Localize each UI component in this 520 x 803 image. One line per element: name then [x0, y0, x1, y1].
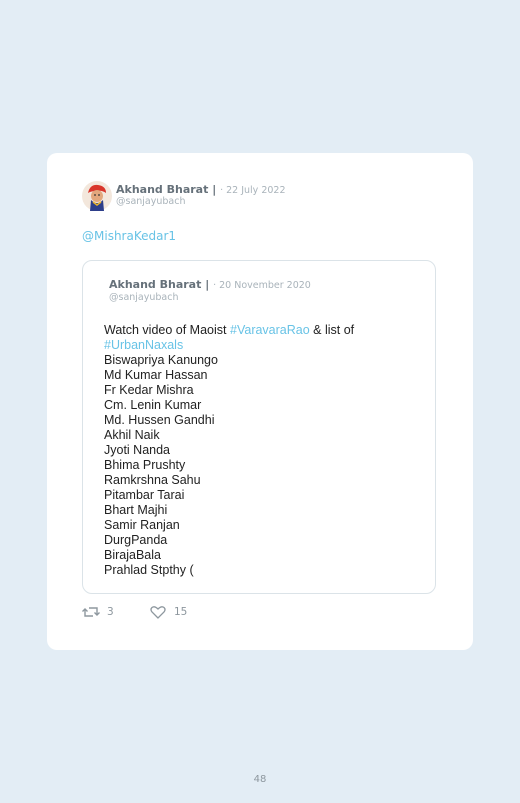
name-list-item: Akhil Naik — [104, 428, 160, 442]
hashtag-varavararao[interactable]: #VaravaraRao — [230, 323, 310, 337]
page-number: 48 — [253, 774, 267, 785]
name-list-item: DurgPanda — [104, 533, 168, 547]
quoted-author-line: Akhand Bharat | · 20 November 2020 — [109, 278, 311, 291]
retweet-count: 3 — [107, 606, 114, 618]
quoted-tweet[interactable]: Akhand Bharat | · 20 November 2020 @sanj… — [82, 260, 436, 594]
quoted-intro: Watch video of Maoist — [104, 323, 227, 337]
heart-icon — [150, 606, 166, 619]
author-name[interactable]: Akhand Bharat | — [116, 183, 216, 196]
name-list-item: Samir Ranjan — [104, 518, 180, 532]
retweet-button[interactable]: 3 — [82, 605, 114, 619]
quoted-text: Watch video of Maoist #VaravaraRao & lis… — [104, 323, 424, 578]
name-list-item: Pitambar Tarai — [104, 488, 185, 502]
like-button[interactable]: 15 — [150, 605, 187, 619]
name-list-item: Biswapriya Kanungo — [104, 353, 218, 367]
quoted-date[interactable]: · 20 November 2020 — [213, 280, 311, 291]
name-list-item: Jyoti Nanda — [104, 443, 171, 457]
name-list-item: Bhima Prushty — [104, 458, 186, 472]
name-list-item: BirajaBala — [104, 548, 161, 562]
quoted-intro-line: Watch video of Maoist #VaravaraRao & lis… — [104, 323, 424, 338]
retweet-icon — [82, 607, 100, 617]
quoted-intro-rest: & list of — [313, 323, 355, 337]
tweet-card: Akhand Bharat | · 22 July 2022 @sanjayub… — [47, 153, 473, 650]
author-line: Akhand Bharat | · 22 July 2022 — [116, 183, 286, 196]
hashtag-urbannaxals[interactable]: #UrbanNaxals — [104, 338, 424, 353]
name-list-item: Md. Hussen Gandhi — [104, 413, 215, 427]
avatar[interactable] — [82, 181, 112, 211]
mention-link[interactable]: @MishraKedar1 — [82, 229, 176, 243]
tweet-date[interactable]: · 22 July 2022 — [220, 185, 285, 196]
name-list-item: Bhart Majhi — [104, 503, 168, 517]
name-list-item: Cm. Lenin Kumar — [104, 398, 202, 412]
quoted-author-name[interactable]: Akhand Bharat | — [109, 278, 209, 291]
name-list-item: Md Kumar Hassan — [104, 368, 208, 382]
name-list-item: Ramkrshna Sahu — [104, 473, 201, 487]
like-count: 15 — [174, 606, 188, 618]
quoted-author-handle[interactable]: @sanjayubach — [109, 292, 179, 303]
name-list-item: Fr Kedar Mishra — [104, 383, 194, 397]
author-handle[interactable]: @sanjayubach — [116, 196, 186, 207]
name-list-item: Prahlad Stpthy ( — [104, 563, 194, 577]
